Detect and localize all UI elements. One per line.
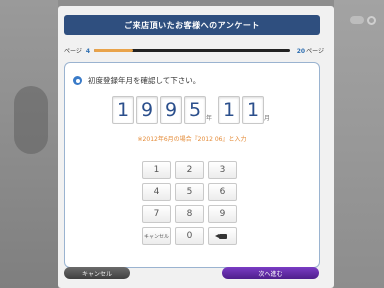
background-right-panel <box>334 0 384 288</box>
progress-fill <box>94 49 134 52</box>
backspace-key[interactable] <box>208 227 237 245</box>
month-digit-1[interactable]: 1 <box>218 96 240 124</box>
key-6[interactable]: 6 <box>208 183 237 201</box>
input-hint: ※2012年6月の場合『2012 06』と入力 <box>137 136 247 143</box>
key-7[interactable]: 7 <box>142 205 171 223</box>
key-1[interactable]: 1 <box>142 161 171 179</box>
info-circle-icon <box>73 76 82 85</box>
survey-title: ご来店頂いたお客様へのアンケート <box>64 15 320 35</box>
backspace-icon <box>214 233 227 239</box>
next-button[interactable]: 次へ進む <box>222 267 319 279</box>
key-8[interactable]: 8 <box>175 205 204 223</box>
key-4[interactable]: 4 <box>142 183 171 201</box>
page-label: ページ <box>64 48 82 55</box>
year-digit-3[interactable]: 9 <box>160 96 182 124</box>
total-page-number: 20 <box>296 48 306 55</box>
key-9[interactable]: 9 <box>208 205 237 223</box>
key-cancel[interactable]: キャンセル <box>142 227 171 245</box>
progress-track <box>94 49 290 52</box>
year-digit-4[interactable]: 5 <box>184 96 206 124</box>
key-2[interactable]: 2 <box>175 161 204 179</box>
current-page-number: 4 <box>85 48 91 55</box>
key-3[interactable]: 3 <box>208 161 237 179</box>
total-page-label: 20ページ <box>297 46 324 55</box>
question-text: 初度登録年月を確認して下さい。 <box>88 76 201 85</box>
current-page-label: ページ 4 <box>64 46 90 55</box>
cancel-button[interactable]: キャンセル <box>64 267 130 279</box>
year-digit-2[interactable]: 9 <box>136 96 158 124</box>
car-icon <box>350 16 364 24</box>
key-0[interactable]: 0 <box>175 227 204 245</box>
question-row: 初度登録年月を確認して下さい。 <box>73 75 200 86</box>
month-digit-2[interactable]: 1 <box>242 96 264 124</box>
total-page-suffix: ページ <box>306 48 324 55</box>
background-graphic <box>14 86 48 154</box>
month-unit: 月 <box>264 115 271 122</box>
survey-modal: ご来店頂いたお客様へのアンケート ページ 4 20ページ 初度登録年月を確認して下… <box>58 6 334 288</box>
key-5[interactable]: 5 <box>175 183 204 201</box>
question-card: 初度登録年月を確認して下さい。 1 9 9 5 年 1 1 月 ※2012年6月… <box>64 62 320 268</box>
year-unit: 年 <box>206 115 213 122</box>
progress-indicator: ページ 4 20ページ <box>64 44 324 56</box>
date-entry: 1 9 9 5 年 1 1 月 <box>65 96 319 126</box>
gear-icon <box>367 16 376 25</box>
year-digit-1[interactable]: 1 <box>112 96 134 124</box>
